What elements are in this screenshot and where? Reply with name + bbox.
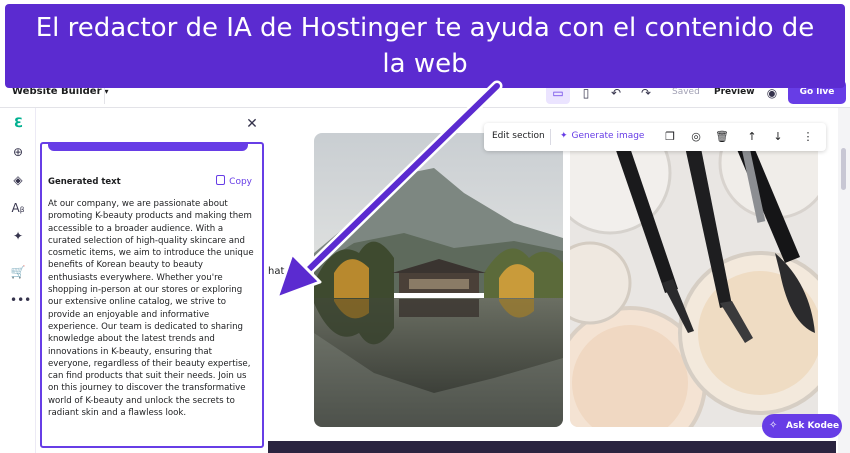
more-icon[interactable]: ••• xyxy=(10,292,31,308)
toolbar-separator xyxy=(550,129,551,145)
copy-label: Copy xyxy=(229,177,252,187)
ai-writer-panel: ✕ Generated text Copy At our company, we… xyxy=(36,108,268,453)
more-options-icon[interactable]: ⋮ xyxy=(800,129,816,145)
canvas-bottom-strip xyxy=(268,441,836,453)
cosmetics-image[interactable] xyxy=(570,133,818,427)
left-rail: ℇ ⊕ ◈ Aᵦ ✦ 🛒 ••• xyxy=(0,108,36,453)
logo-icon[interactable]: ℇ xyxy=(10,116,26,132)
move-down-icon[interactable]: ↓ xyxy=(770,129,786,145)
kodee-icon: ✧ xyxy=(769,420,778,431)
lake-pavilion-image[interactable] xyxy=(314,133,563,427)
ask-kodee-button[interactable]: ✧ Ask Kodee xyxy=(762,414,842,438)
delete-icon[interactable]: 🗑 xyxy=(714,129,730,145)
generated-text-title: Generated text xyxy=(48,177,121,187)
edit-section-button[interactable]: Edit section xyxy=(492,131,545,141)
sparkle-icon: ✦ xyxy=(560,131,568,141)
generate-image-button[interactable]: ✦ Generate image xyxy=(560,131,644,141)
canvas-partial-text: hat xyxy=(268,266,285,277)
ask-kodee-label: Ask Kodee xyxy=(786,421,840,431)
banner-text: El redactor de IA de Hostinger te ayuda … xyxy=(35,13,815,79)
ai-icon[interactable]: ✦ xyxy=(10,228,26,244)
saved-status: Saved xyxy=(672,87,700,97)
move-up-icon[interactable]: ↑ xyxy=(744,129,760,145)
lake-pavilion-illustration xyxy=(314,133,563,427)
generated-text-card: Generated text Copy At our company, we a… xyxy=(40,142,264,448)
styles-icon[interactable]: Aᵦ xyxy=(10,200,26,216)
visibility-icon[interactable]: ◎ xyxy=(688,129,704,145)
add-icon[interactable]: ⊕ xyxy=(10,144,26,160)
duplicate-icon[interactable]: ❐ xyxy=(662,129,678,145)
generated-text-body: At our company, we are passionate about … xyxy=(48,199,254,419)
preview-button[interactable]: Preview xyxy=(714,87,755,97)
close-icon[interactable]: ✕ xyxy=(244,116,260,132)
store-icon[interactable]: 🛒 xyxy=(10,264,26,280)
scrollbar-thumb[interactable] xyxy=(841,148,846,190)
edit-section-toolbar: Edit section ✦ Generate image ❐ ◎ 🗑 ↑ ↓ ⋮ xyxy=(484,123,826,151)
generate-image-label: Generate image xyxy=(571,131,645,141)
layers-icon[interactable]: ◈ xyxy=(10,172,26,188)
chevron-down-icon: ▾ xyxy=(104,87,109,96)
card-top-accent xyxy=(48,144,248,151)
copy-icon xyxy=(216,175,226,185)
caption-banner: El redactor de IA de Hostinger te ayuda … xyxy=(5,4,845,88)
copy-button[interactable]: Copy xyxy=(216,175,252,187)
cosmetics-illustration xyxy=(570,133,818,427)
